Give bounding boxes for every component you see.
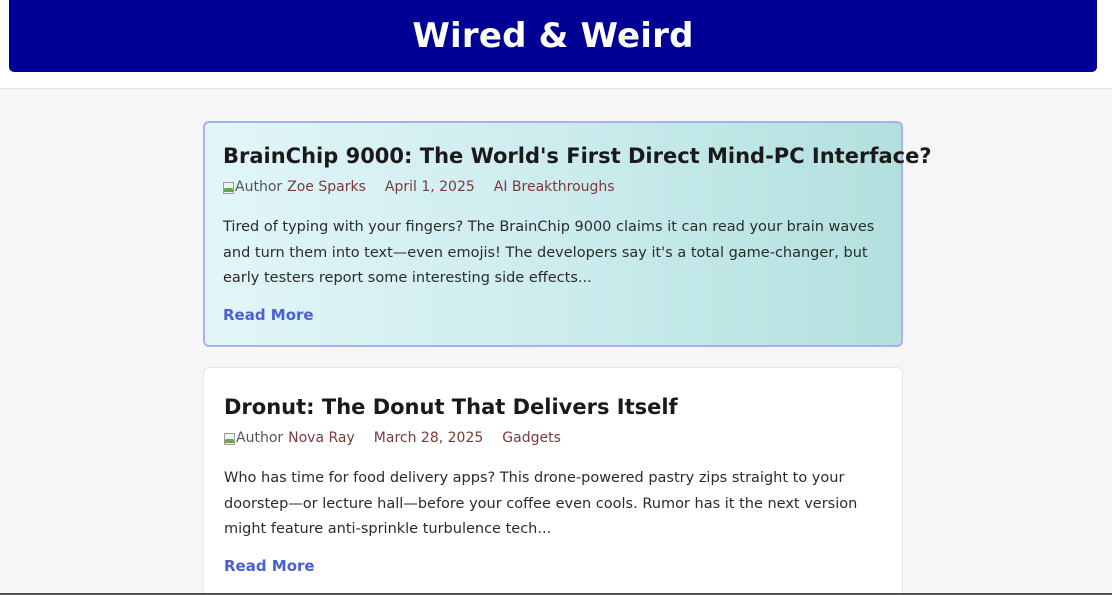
post-title[interactable]: Dronut: The Donut That Delivers Itself bbox=[224, 394, 883, 420]
post-date: March 28, 2025 bbox=[373, 430, 484, 446]
post-category: AI Breakthroughs bbox=[493, 179, 615, 195]
post-meta: Author Zoe Sparks April 1, 2025 AI Break… bbox=[223, 177, 883, 197]
broken-image-icon bbox=[224, 432, 235, 445]
post-card-featured: BrainChip 9000: The World's First Direct… bbox=[203, 121, 932, 347]
read-more-link[interactable]: Read More bbox=[224, 557, 315, 575]
author-avatar: Author bbox=[224, 428, 283, 448]
author-avatar-alt: Author bbox=[235, 179, 283, 195]
post-title[interactable]: BrainChip 9000: The World's First Direct… bbox=[223, 143, 932, 169]
post-date: April 1, 2025 bbox=[384, 179, 475, 195]
post-meta: Author Nova Ray March 28, 2025 Gadgets bbox=[224, 428, 883, 448]
post-card: Dronut: The Donut That Delivers Itself A… bbox=[203, 367, 903, 595]
post-excerpt: Who has time for food delivery apps? Thi… bbox=[224, 470, 858, 537]
top-bar: Wired & Weird bbox=[0, 0, 1112, 89]
read-more-link[interactable]: Read More bbox=[223, 306, 314, 324]
post-category: Gadgets bbox=[502, 430, 561, 446]
author-avatar-alt: Author bbox=[236, 430, 284, 446]
author-avatar: Author bbox=[223, 177, 282, 197]
post-author: Zoe Sparks bbox=[287, 179, 366, 195]
site-header: Wired & Weird bbox=[9, 0, 1097, 72]
site-title: Wired & Weird bbox=[412, 16, 694, 56]
post-author: Nova Ray bbox=[288, 430, 355, 446]
page: Wired & Weird BrainChip 9000: The World'… bbox=[0, 0, 1112, 595]
post-excerpt: Tired of typing with your fingers? The B… bbox=[223, 219, 875, 286]
broken-image-icon bbox=[223, 181, 234, 194]
